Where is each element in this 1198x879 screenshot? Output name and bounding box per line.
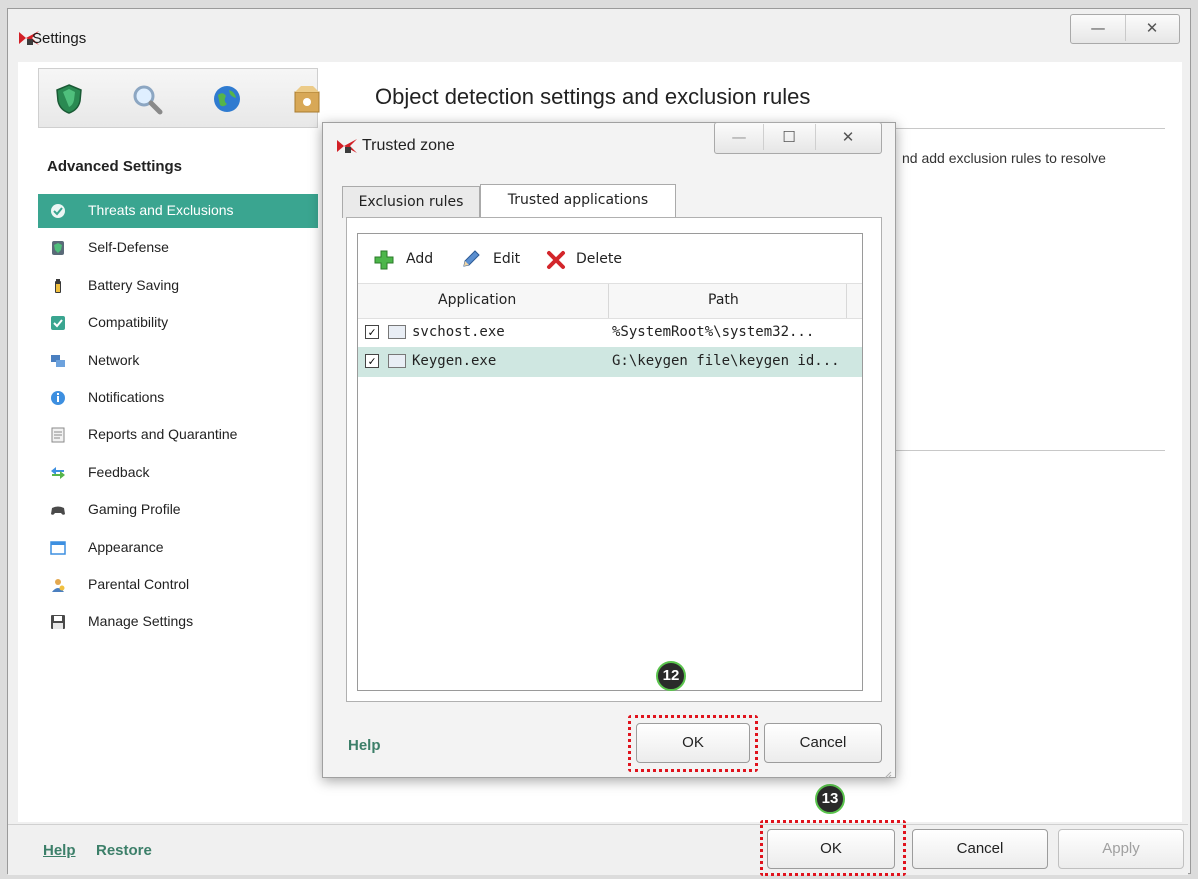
sidebar-item-reports-and-quarantine[interactable]: Reports and Quarantine (38, 418, 318, 452)
sidebar-item-manage-settings[interactable]: Manage Settings (38, 605, 318, 639)
globe-icon[interactable] (211, 83, 243, 115)
application-path: %SystemRoot%\system32... (612, 324, 815, 340)
sidebar-item-notifications[interactable]: Notifications (38, 381, 318, 415)
sidebar-item-network[interactable]: Network (38, 344, 318, 378)
close-button[interactable]: ✕ (1125, 15, 1179, 41)
dialog-close-button[interactable]: ✕ (815, 124, 881, 150)
box-icon[interactable] (291, 83, 323, 115)
sidebar-item-threats-and-exclusions[interactable]: Threats and Exclusions (38, 194, 318, 228)
divider (890, 128, 1165, 129)
edit-label: Edit (493, 251, 521, 267)
restore-link[interactable]: Restore (96, 842, 152, 859)
plus-icon (374, 250, 394, 270)
parental-control-icon (50, 577, 66, 593)
step-badge: 12 (656, 661, 686, 691)
application-name: Keygen.exe (412, 353, 497, 369)
sidebar-item-label: Parental Control (88, 576, 190, 592)
feedback-icon (50, 465, 66, 481)
dialog-window-controls: — ☐ ✕ (714, 122, 882, 154)
notification-icon (50, 390, 66, 406)
sidebar-item-label: Threats and Exclusions (88, 202, 234, 218)
application-path: G:\keygen file\keygen id... (612, 353, 840, 369)
step-badge: 13 (815, 784, 845, 814)
sidebar-item-label: Feedback (88, 464, 150, 480)
sidebar-item-label: Network (88, 352, 140, 368)
category-toolbar (38, 68, 320, 128)
sidebar-item-label: Gaming Profile (88, 501, 181, 517)
column-header-path[interactable]: Path (708, 292, 739, 308)
dialog-minimize-button[interactable]: — (715, 124, 764, 150)
help-link[interactable]: Help (43, 842, 76, 859)
sidebar-item-label: Appearance (88, 539, 164, 555)
checkmark-icon (50, 203, 66, 219)
table-header: Application Path (358, 283, 862, 319)
dialog-title: Trusted zone (362, 137, 455, 154)
resize-grip-icon[interactable] (882, 764, 892, 779)
sidebar-item-battery-saving[interactable]: Battery Saving (38, 269, 318, 303)
page-heading: Object detection settings and exclusion … (375, 84, 811, 109)
appearance-icon (50, 540, 66, 556)
self-defense-icon (50, 240, 66, 256)
sidebar-item-self-defense[interactable]: Self-Defense (38, 231, 318, 265)
battery-icon (50, 278, 66, 294)
sidebar-item-label: Battery Saving (88, 277, 180, 293)
highlight-box (760, 820, 906, 876)
dialog-cancel-button[interactable]: Cancel (764, 723, 882, 763)
column-divider (846, 284, 847, 318)
sidebar-item-label: Compatibility (88, 314, 169, 330)
search-icon[interactable] (131, 83, 163, 115)
sidebar-item-label: Reports and Quarantine (88, 426, 238, 442)
sidebar-item-parental-control[interactable]: Parental Control (38, 568, 318, 602)
row-checkbox[interactable]: ✓ (365, 354, 379, 368)
window-controls: — ✕ (1070, 14, 1180, 44)
apply-button[interactable]: Apply (1058, 829, 1184, 869)
table-row[interactable]: ✓ svchost.exe %SystemRoot%\system32... (358, 318, 862, 348)
row-checkbox[interactable]: ✓ (365, 325, 379, 339)
delete-x-icon (547, 251, 565, 269)
sidebar-item-label: Notifications (88, 389, 165, 405)
sidebar-item-gaming-profile[interactable]: Gaming Profile (38, 493, 318, 527)
tab-trusted-applications[interactable]: Trusted applications (480, 184, 676, 218)
minimize-button[interactable]: — (1071, 15, 1126, 41)
reports-icon (50, 427, 66, 443)
application-name: svchost.exe (412, 324, 505, 340)
sidebar-item-label: Manage Settings (88, 613, 194, 629)
add-label: Add (406, 251, 434, 267)
divider (890, 450, 1165, 451)
kaspersky-logo-icon (336, 138, 358, 158)
gamepad-icon (50, 502, 66, 518)
application-icon (388, 325, 406, 339)
sidebar-item-compatibility[interactable]: Compatibility (38, 306, 318, 340)
sidebar-item-feedback[interactable]: Feedback (38, 456, 318, 490)
sidebar-item-label: Self-Defense (88, 239, 169, 255)
application-icon (388, 354, 406, 368)
dialog-maximize-button[interactable]: ☐ (763, 124, 816, 150)
pencil-icon (463, 250, 480, 267)
shield-icon[interactable] (53, 83, 85, 115)
column-divider (608, 284, 609, 318)
sidebar-item-appearance[interactable]: Appearance (38, 531, 318, 565)
table-row[interactable]: ✓ Keygen.exe G:\keygen file\keygen id... (358, 347, 862, 377)
compatibility-icon (50, 315, 66, 331)
window-title: Settings (32, 30, 87, 47)
column-header-application[interactable]: Application (438, 292, 516, 308)
dialog-help-link[interactable]: Help (348, 737, 381, 754)
highlight-box (628, 715, 758, 772)
cancel-button[interactable]: Cancel (912, 829, 1048, 869)
sidebar-section-title: Advanced Settings (47, 158, 183, 175)
save-icon (50, 614, 66, 630)
delete-label: Delete (576, 251, 622, 267)
network-icon (50, 353, 66, 369)
tab-exclusion-rules[interactable]: Exclusion rules (342, 186, 480, 218)
description-text: nd add exclusion rules to resolve (902, 150, 1106, 166)
